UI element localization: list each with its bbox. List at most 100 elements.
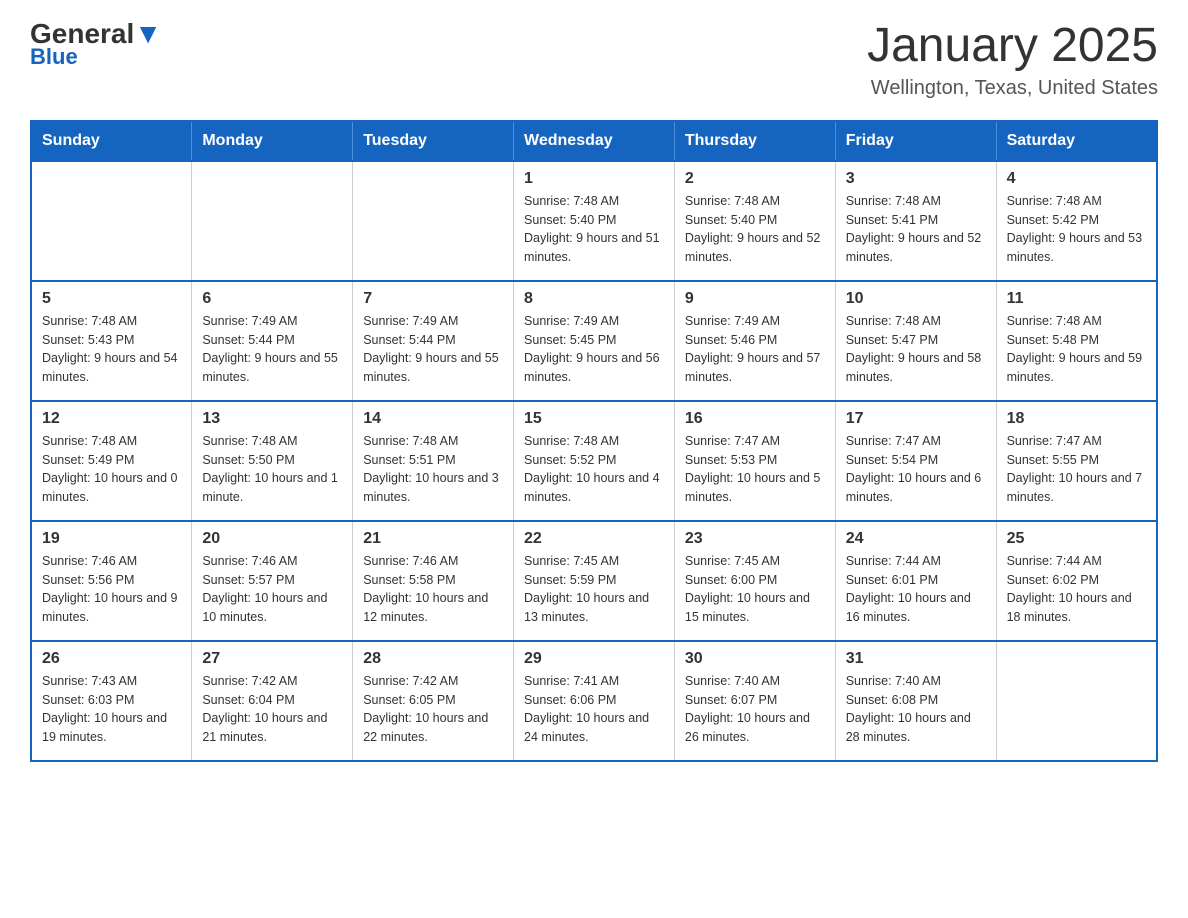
calendar-cell: 2 Sunrise: 7:48 AM Sunset: 5:40 PM Daylig… — [674, 161, 835, 281]
calendar-header-wednesday: Wednesday — [514, 121, 675, 161]
calendar-week-3: 12Sunrise: 7:48 AM Sunset: 5:49 PM Dayli… — [31, 401, 1157, 521]
day-info: Sunrise: 7:49 AM Sunset: 5:44 PM Dayligh… — [202, 312, 342, 387]
calendar-cell: 22 Sunrise: 7:45 AM Sunset: 5:59 PM Dayli… — [514, 521, 675, 641]
day-number: 17 — [846, 410, 986, 428]
day-number: 22 — [524, 530, 664, 548]
calendar-cell: 24 Sunrise: 7:44 AM Sunset: 6:01 PM Dayli… — [835, 521, 996, 641]
day-info: Sunrise: 7:48 AM Sunset: 5:52 PM Dayligh… — [524, 432, 664, 507]
calendar-cell — [31, 161, 192, 281]
calendar-cell: 16 Sunrise: 7:47 AM Sunset: 5:53 PM Dayli… — [674, 401, 835, 521]
day-number: 19 — [42, 530, 181, 548]
calendar-week-2: 5 Sunrise: 7:48 AM Sunset: 5:43 PM Daylig… — [31, 281, 1157, 401]
day-number: 24 — [846, 530, 986, 548]
calendar-cell: 7 Sunrise: 7:49 AM Sunset: 5:44 PM Daylig… — [353, 281, 514, 401]
day-info: Sunrise: 7:44 AM Sunset: 6:02 PM Dayligh… — [1007, 552, 1146, 627]
calendar-cell: 28 Sunrise: 7:42 AM Sunset: 6:05 PM Dayli… — [353, 641, 514, 761]
calendar-header-sunday: Sunday — [31, 121, 192, 161]
calendar-cell — [192, 161, 353, 281]
day-number: 11 — [1007, 290, 1146, 308]
calendar-cell: 27Sunrise: 7:42 AM Sunset: 6:04 PM Dayli… — [192, 641, 353, 761]
day-info: Sunrise: 7:40 AM Sunset: 6:08 PM Dayligh… — [846, 672, 986, 747]
calendar-cell: 18 Sunrise: 7:47 AM Sunset: 5:55 PM Dayli… — [996, 401, 1157, 521]
calendar-cell: 9 Sunrise: 7:49 AM Sunset: 5:46 PM Daylig… — [674, 281, 835, 401]
logo-blue-text: Blue — [30, 44, 78, 70]
day-info: Sunrise: 7:48 AM Sunset: 5:49 PM Dayligh… — [42, 432, 181, 507]
day-info: Sunrise: 7:46 AM Sunset: 5:56 PM Dayligh… — [42, 552, 181, 627]
calendar-cell — [996, 641, 1157, 761]
day-number: 10 — [846, 290, 986, 308]
calendar-cell: 21 Sunrise: 7:46 AM Sunset: 5:58 PM Dayli… — [353, 521, 514, 641]
calendar-cell: 19 Sunrise: 7:46 AM Sunset: 5:56 PM Dayli… — [31, 521, 192, 641]
day-number: 18 — [1007, 410, 1146, 428]
day-info: Sunrise: 7:44 AM Sunset: 6:01 PM Dayligh… — [846, 552, 986, 627]
calendar-week-1: 1Sunrise: 7:48 AM Sunset: 5:40 PM Daylig… — [31, 161, 1157, 281]
day-info: Sunrise: 7:49 AM Sunset: 5:44 PM Dayligh… — [363, 312, 503, 387]
day-number: 9 — [685, 290, 825, 308]
day-number: 25 — [1007, 530, 1146, 548]
calendar-cell: 15Sunrise: 7:48 AM Sunset: 5:52 PM Dayli… — [514, 401, 675, 521]
calendar-cell: 10 Sunrise: 7:48 AM Sunset: 5:47 PM Dayli… — [835, 281, 996, 401]
day-number: 3 — [846, 170, 986, 188]
day-info: Sunrise: 7:48 AM Sunset: 5:42 PM Dayligh… — [1007, 192, 1146, 267]
day-info: Sunrise: 7:45 AM Sunset: 6:00 PM Dayligh… — [685, 552, 825, 627]
day-number: 14 — [363, 410, 503, 428]
location-text: Wellington, Texas, United States — [867, 77, 1158, 100]
calendar-cell: 20Sunrise: 7:46 AM Sunset: 5:57 PM Dayli… — [192, 521, 353, 641]
calendar-cell: 11 Sunrise: 7:48 AM Sunset: 5:48 PM Dayli… — [996, 281, 1157, 401]
calendar-header-monday: Monday — [192, 121, 353, 161]
day-info: Sunrise: 7:49 AM Sunset: 5:46 PM Dayligh… — [685, 312, 825, 387]
calendar-week-4: 19 Sunrise: 7:46 AM Sunset: 5:56 PM Dayli… — [31, 521, 1157, 641]
calendar-cell: 5 Sunrise: 7:48 AM Sunset: 5:43 PM Daylig… — [31, 281, 192, 401]
day-info: Sunrise: 7:45 AM Sunset: 5:59 PM Dayligh… — [524, 552, 664, 627]
day-number: 29 — [524, 650, 664, 668]
calendar-header-thursday: Thursday — [674, 121, 835, 161]
day-info: Sunrise: 7:48 AM Sunset: 5:40 PM Dayligh… — [685, 192, 825, 267]
calendar-cell: 29 Sunrise: 7:41 AM Sunset: 6:06 PM Dayli… — [514, 641, 675, 761]
calendar-header-friday: Friday — [835, 121, 996, 161]
day-info: Sunrise: 7:40 AM Sunset: 6:07 PM Dayligh… — [685, 672, 825, 747]
day-info: Sunrise: 7:42 AM Sunset: 6:05 PM Dayligh… — [363, 672, 503, 747]
day-number: 6 — [202, 290, 342, 308]
calendar-cell: 14 Sunrise: 7:48 AM Sunset: 5:51 PM Dayli… — [353, 401, 514, 521]
calendar-header-row: SundayMondayTuesdayWednesdayThursdayFrid… — [31, 121, 1157, 161]
calendar-table: SundayMondayTuesdayWednesdayThursdayFrid… — [30, 120, 1158, 762]
day-number: 21 — [363, 530, 503, 548]
day-info: Sunrise: 7:48 AM Sunset: 5:51 PM Dayligh… — [363, 432, 503, 507]
calendar-cell — [353, 161, 514, 281]
day-info: Sunrise: 7:46 AM Sunset: 5:57 PM Dayligh… — [202, 552, 342, 627]
calendar-header-tuesday: Tuesday — [353, 121, 514, 161]
day-number: 28 — [363, 650, 503, 668]
calendar-cell: 31Sunrise: 7:40 AM Sunset: 6:08 PM Dayli… — [835, 641, 996, 761]
day-info: Sunrise: 7:48 AM Sunset: 5:50 PM Dayligh… — [202, 432, 342, 507]
day-number: 7 — [363, 290, 503, 308]
calendar-week-5: 26Sunrise: 7:43 AM Sunset: 6:03 PM Dayli… — [31, 641, 1157, 761]
calendar-cell: 12Sunrise: 7:48 AM Sunset: 5:49 PM Dayli… — [31, 401, 192, 521]
logo-triangle-icon: ▼ — [134, 18, 162, 49]
day-number: 23 — [685, 530, 825, 548]
day-info: Sunrise: 7:46 AM Sunset: 5:58 PM Dayligh… — [363, 552, 503, 627]
day-info: Sunrise: 7:43 AM Sunset: 6:03 PM Dayligh… — [42, 672, 181, 747]
day-info: Sunrise: 7:48 AM Sunset: 5:43 PM Dayligh… — [42, 312, 181, 387]
calendar-cell: 8Sunrise: 7:49 AM Sunset: 5:45 PM Daylig… — [514, 281, 675, 401]
day-number: 5 — [42, 290, 181, 308]
day-info: Sunrise: 7:47 AM Sunset: 5:53 PM Dayligh… — [685, 432, 825, 507]
day-info: Sunrise: 7:41 AM Sunset: 6:06 PM Dayligh… — [524, 672, 664, 747]
day-number: 4 — [1007, 170, 1146, 188]
calendar-cell: 3Sunrise: 7:48 AM Sunset: 5:41 PM Daylig… — [835, 161, 996, 281]
day-info: Sunrise: 7:48 AM Sunset: 5:48 PM Dayligh… — [1007, 312, 1146, 387]
calendar-cell: 13 Sunrise: 7:48 AM Sunset: 5:50 PM Dayli… — [192, 401, 353, 521]
day-number: 27 — [202, 650, 342, 668]
logo: General▼ Blue — [30, 20, 162, 70]
calendar-cell: 4 Sunrise: 7:48 AM Sunset: 5:42 PM Daylig… — [996, 161, 1157, 281]
calendar-cell: 23 Sunrise: 7:45 AM Sunset: 6:00 PM Dayli… — [674, 521, 835, 641]
day-number: 30 — [685, 650, 825, 668]
page-header: General▼ Blue January 2025 Wellington, T… — [30, 20, 1158, 100]
calendar-cell: 26Sunrise: 7:43 AM Sunset: 6:03 PM Dayli… — [31, 641, 192, 761]
calendar-header-saturday: Saturday — [996, 121, 1157, 161]
day-info: Sunrise: 7:47 AM Sunset: 5:55 PM Dayligh… — [1007, 432, 1146, 507]
day-number: 13 — [202, 410, 342, 428]
day-info: Sunrise: 7:48 AM Sunset: 5:47 PM Dayligh… — [846, 312, 986, 387]
day-number: 2 — [685, 170, 825, 188]
day-number: 16 — [685, 410, 825, 428]
day-info: Sunrise: 7:49 AM Sunset: 5:45 PM Dayligh… — [524, 312, 664, 387]
